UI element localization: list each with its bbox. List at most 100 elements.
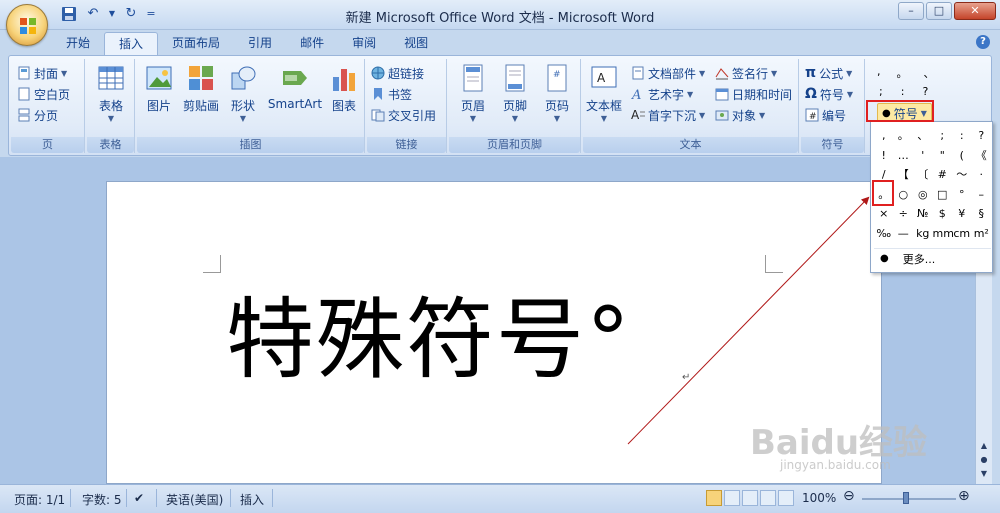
cross-reference-button[interactable]: 交叉引用 xyxy=(371,105,436,125)
drop-cap-button[interactable]: A 首字下沉 ▼ xyxy=(631,105,705,125)
maximize-button[interactable]: □ xyxy=(926,2,952,20)
symbol-cell[interactable]: " xyxy=(933,146,953,166)
page-number-button[interactable]: # 页码 ▼ xyxy=(537,61,577,131)
tab-mailings[interactable]: 邮件 xyxy=(286,32,338,56)
clip-art-button[interactable]: 剪贴画 xyxy=(181,61,221,131)
quick-symbol[interactable]: ; xyxy=(879,85,883,98)
status-insert-mode[interactable]: 插入 xyxy=(240,491,264,508)
blank-page-button[interactable]: 空白页 xyxy=(17,84,70,104)
status-language[interactable]: 英语(美国) xyxy=(166,491,223,508)
proofing-icon[interactable]: ✔ xyxy=(134,491,144,505)
object-button[interactable]: 对象 ▼ xyxy=(715,105,765,125)
symbol-cell[interactable]: 、 xyxy=(913,126,933,146)
cover-page-button[interactable]: 封面 ▼ xyxy=(17,63,67,83)
status-word-count[interactable]: 字数: 5 xyxy=(82,491,122,508)
bookmark-button[interactable]: 书签 xyxy=(371,84,412,104)
symbol-button[interactable]: Ω 符号 ▼ xyxy=(805,84,853,104)
status-page[interactable]: 页面: 1/1 xyxy=(14,491,65,508)
full-screen-reading-icon[interactable] xyxy=(724,490,740,506)
symbol-cell[interactable]: · xyxy=(972,165,992,185)
symbol-cell[interactable]: 【 xyxy=(894,165,914,185)
symbol-cell[interactable]: □ xyxy=(933,185,953,205)
picture-button[interactable]: 图片 xyxy=(139,61,179,131)
hyperlink-button[interactable]: 超链接 xyxy=(371,63,424,83)
symbol-cell[interactable]: m² xyxy=(972,224,992,244)
chart-button[interactable]: 图表 xyxy=(325,61,363,131)
table-button[interactable]: 表格 ▼ xyxy=(87,61,135,131)
web-layout-icon[interactable] xyxy=(742,490,758,506)
zoom-out-icon[interactable]: ⊖ xyxy=(843,488,855,504)
symbol-cell[interactable]: kg xyxy=(913,224,933,244)
quick-symbol[interactable]: 、 xyxy=(924,65,935,81)
symbol-cell[interactable]: ° xyxy=(952,185,972,205)
group-illustrations: 图片 剪贴画 形状 ▼ SmartArt 图表 插图 xyxy=(137,59,365,153)
quick-symbol[interactable]: 。 xyxy=(897,65,908,81)
draft-icon[interactable] xyxy=(778,490,794,506)
quick-parts-button[interactable]: 文档部件 ▼ xyxy=(631,63,705,83)
tab-view[interactable]: 视图 xyxy=(390,32,442,56)
symbol-cell[interactable]: ¥ xyxy=(952,204,972,224)
symbol-cell[interactable]: ～ xyxy=(952,165,972,185)
numbering-button[interactable]: # 编号 xyxy=(805,105,846,125)
minimize-button[interactable]: – xyxy=(898,2,924,20)
quick-symbol[interactable]: : xyxy=(901,85,905,98)
symbol-cell[interactable]: 〔 xyxy=(913,165,933,185)
help-icon[interactable]: ? xyxy=(976,35,990,49)
symbol-cell[interactable]: … xyxy=(894,146,914,166)
symbol-cell[interactable]: , xyxy=(874,126,894,146)
zoom-slider-thumb[interactable] xyxy=(903,492,909,504)
next-page-icon[interactable]: ▼ xyxy=(977,467,991,481)
office-button[interactable] xyxy=(6,4,48,46)
footer-button[interactable]: 页脚 ▼ xyxy=(495,61,535,131)
svg-text:A: A xyxy=(631,108,640,122)
tab-insert[interactable]: 插入 xyxy=(104,32,159,56)
symbol-cell[interactable]: : xyxy=(952,126,972,146)
close-button[interactable]: ✕ xyxy=(954,2,996,20)
document-body-text[interactable]: 特殊符号° xyxy=(226,290,632,390)
symbol-cell[interactable]: ‰ xyxy=(874,224,894,244)
zoom-in-icon[interactable]: ⊕ xyxy=(958,488,970,504)
date-time-button[interactable]: 日期和时间 xyxy=(715,84,792,104)
print-layout-icon[interactable] xyxy=(706,490,722,506)
header-button[interactable]: 页眉 ▼ xyxy=(453,61,493,131)
symbol-cell[interactable]: $ xyxy=(933,204,953,224)
tab-review[interactable]: 审阅 xyxy=(338,32,390,56)
tab-page-layout[interactable]: 页面布局 xyxy=(158,32,234,56)
previous-page-icon[interactable]: ▲ xyxy=(977,439,991,453)
symbol-cell[interactable]: 。 xyxy=(894,126,914,146)
symbol-cell[interactable]: § xyxy=(972,204,992,224)
quick-symbol[interactable]: ? xyxy=(922,85,928,98)
symbol-cell[interactable]: – xyxy=(972,185,992,205)
shapes-button[interactable]: 形状 ▼ xyxy=(223,61,263,131)
symbol-cell[interactable]: 《 xyxy=(972,146,992,166)
symbol-cell[interactable]: ; xyxy=(933,126,953,146)
signature-line-button[interactable]: 签名行 ▼ xyxy=(715,63,777,83)
symbol-cell[interactable]: mm xyxy=(933,224,954,244)
symbol-cell[interactable]: ' xyxy=(913,146,933,166)
outline-icon[interactable] xyxy=(760,490,776,506)
symbol-cell[interactable]: — xyxy=(894,224,914,244)
symbol-cell[interactable]: × xyxy=(874,204,894,224)
calendar-icon xyxy=(715,87,729,101)
smartart-button[interactable]: SmartArt xyxy=(267,61,323,131)
symbol-cell[interactable]: ? xyxy=(972,126,992,146)
wordart-button[interactable]: A 艺术字 ▼ xyxy=(631,84,693,104)
tab-references[interactable]: 引用 xyxy=(234,32,286,56)
symbol-cell[interactable]: ○ xyxy=(894,185,914,205)
equation-button[interactable]: π 公式 ▼ xyxy=(805,63,852,83)
zoom-level[interactable]: 100% xyxy=(802,491,836,505)
symbol-cell[interactable]: № xyxy=(913,204,933,224)
symbol-cell[interactable]: ! xyxy=(874,146,894,166)
symbol-cell[interactable]: # xyxy=(933,165,953,185)
quick-symbol[interactable]: , xyxy=(877,65,881,81)
more-symbols-button[interactable]: ● 更多... xyxy=(874,248,991,268)
zoom-slider-track[interactable] xyxy=(862,498,956,500)
page-break-button[interactable]: 分页 xyxy=(17,105,58,125)
tab-home[interactable]: 开始 xyxy=(52,32,104,56)
symbol-cell[interactable]: ( xyxy=(952,146,972,166)
symbol-cell[interactable]: cm xyxy=(952,224,972,244)
textbox-button[interactable]: A 文本框 ▼ xyxy=(583,61,625,131)
symbol-cell[interactable]: ÷ xyxy=(894,204,914,224)
symbol-cell[interactable]: ◎ xyxy=(913,185,933,205)
browse-object-icon[interactable]: ● xyxy=(977,453,991,467)
